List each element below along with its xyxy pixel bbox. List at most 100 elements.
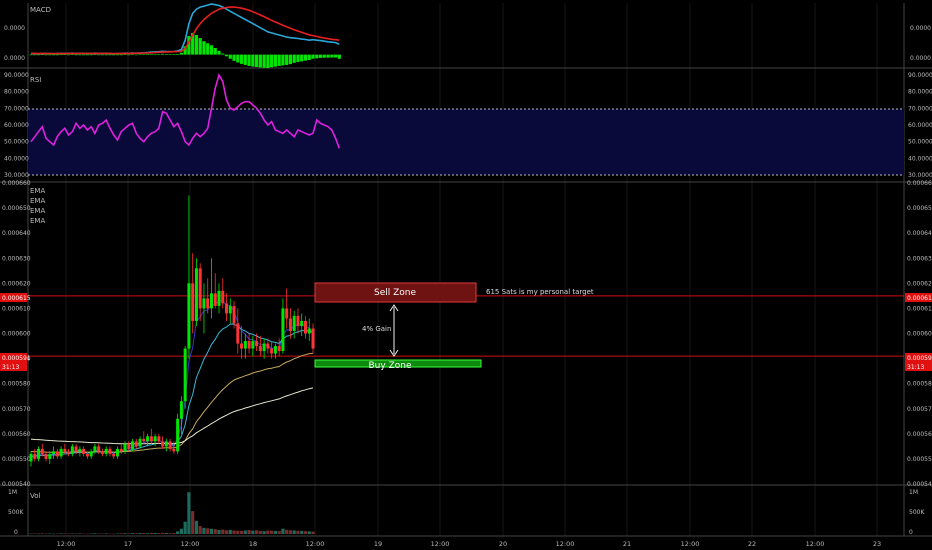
volume-bar-71 (296, 530, 300, 534)
candle-body-15 (85, 453, 89, 457)
macd-hist-bar-53 (228, 54, 232, 59)
candle-body-22 (112, 453, 116, 457)
volume-bar-30 (142, 532, 146, 534)
volume-bar-58 (247, 530, 251, 534)
price-tick-right-9: 0.000570 (907, 406, 932, 413)
price-tick-right-5: 0.000610 (907, 305, 932, 312)
macd-hist-bar-31 (145, 54, 150, 55)
rsi-tick-right-0: 90.0000 (908, 72, 932, 79)
sell-zone-label: Sell Zone (374, 288, 416, 298)
candle-body-49 (213, 293, 217, 306)
macd-hist-bar-21 (108, 54, 112, 56)
rsi-panel[interactable]: RSI 90.0000 90.0000 80.0000 80.0000 70.0000 7… (4, 72, 932, 179)
ema-lines (30, 299, 314, 458)
vol-tick-right-500k: 500K (909, 509, 925, 516)
volume-bar-22 (112, 533, 116, 535)
candle-body-71 (296, 315, 300, 326)
macd-hist-bar-3 (40, 54, 44, 56)
macd-hist-bar-46 (202, 41, 206, 55)
buy-zone-label: Buy Zone (369, 361, 412, 371)
volume-bar-44 (194, 520, 199, 534)
time-label-6: 12:00 (431, 540, 450, 548)
candle-body-30 (142, 438, 146, 442)
macd-hist-bar-28 (134, 54, 138, 56)
volume-bar-35 (161, 532, 165, 534)
macd-hist-bar-61 (258, 54, 262, 68)
macd-hist-bar-14 (82, 54, 86, 56)
volume-bar-3 (40, 533, 44, 534)
candle-body-25 (123, 443, 127, 452)
macd-hist-bar-26 (127, 54, 131, 56)
time-axis[interactable]: 12:00 17 12:00 18 12:00 19 12:00 20 12:00 21 12:00… (57, 540, 882, 548)
candle-body-20 (104, 448, 108, 454)
time-label-9: 21 (623, 540, 631, 548)
price-panel[interactable]: EMA EMA EMA EMA 0.000660 0.000660 0.000650… (0, 180, 932, 488)
macd-hist-bar-59 (251, 54, 255, 67)
rsi-tick-right-1: 80.0000 (908, 89, 932, 96)
time-label-2: 12:00 (181, 540, 200, 548)
macd-hist-bar-24 (119, 54, 123, 56)
time-label-8: 12:00 (556, 540, 575, 548)
candle-body-23 (115, 448, 119, 457)
macd-hist-bar-37 (168, 54, 172, 56)
price-tick-right-11: 0.000550 (907, 456, 932, 463)
candle-body-73 (303, 320, 307, 334)
macd-hist-bar-57 (243, 54, 247, 65)
candle-body-36 (164, 441, 168, 447)
rsi-tick-right-5: 40.0000 (908, 155, 932, 162)
volume-bar-20 (104, 533, 108, 534)
sell-price-label-right: 0.000615 (907, 295, 932, 302)
candle-body-55 (236, 323, 240, 344)
price-tick-right-0: 0.000660 (907, 180, 932, 187)
time-label-7: 20 (499, 540, 507, 548)
rsi-tick-left-2: 70.0000 (4, 105, 29, 112)
candle-body-64 (270, 348, 274, 354)
rsi-tick-left-6: 30.0000 (4, 172, 29, 179)
price-tick-left-4: 0.000620 (2, 280, 31, 287)
candle-body-31 (146, 436, 150, 442)
candle-body-69 (288, 318, 292, 331)
price-tick-left-2: 0.000640 (2, 230, 31, 237)
price-tick-right-12: 0.000540 (907, 481, 932, 488)
rsi-tick-right-6: 30.0000 (908, 172, 932, 179)
macd-hist-bar-0 (29, 54, 33, 56)
candle-body-60 (255, 341, 259, 347)
rsi-band (28, 109, 904, 175)
candle-body-67 (281, 308, 285, 352)
volume-bar-67 (281, 528, 285, 534)
ema-label-1: EMA (30, 187, 45, 195)
price-tick-left-0: 0.000660 (2, 180, 31, 187)
volume-panel[interactable]: Vol 1M 500K 0 1M 500K 0 (8, 489, 925, 536)
volume-bar-55 (236, 530, 240, 534)
candle-body-26 (127, 443, 131, 449)
candle-body-6 (52, 451, 56, 454)
time-label-10: 12:00 (681, 540, 700, 548)
candle-body-3 (40, 448, 44, 454)
volume-bar-66 (277, 531, 281, 534)
candle-body-57 (243, 341, 247, 349)
macd-hist-bar-5 (48, 54, 52, 56)
macd-hist-bar-51 (221, 53, 225, 55)
trading-chart[interactable]: MACD 0.0000 0.0000 0.0000 0.0000 RSI 90.… (0, 0, 932, 550)
sell-price-label-left: 0.000615 (2, 295, 31, 302)
volume-bar-47 (206, 528, 210, 534)
macd-hist-bar-56 (239, 54, 244, 64)
macd-panel[interactable]: MACD 0.0000 0.0000 0.0000 0.0000 (4, 3, 931, 69)
ema-line-3 (30, 352, 314, 453)
volume-bars (29, 492, 315, 535)
price-tick-right-4: 0.000620 (907, 280, 932, 287)
candle-body-61 (258, 346, 262, 352)
macd-hist-bar-10 (67, 54, 71, 56)
ema-label-2: EMA (30, 197, 45, 205)
volume-bar-18 (97, 533, 101, 535)
volume-bar-28 (134, 533, 138, 534)
candle-body-11 (70, 446, 74, 454)
rsi-tick-left-1: 80.0000 (4, 89, 29, 96)
time-label-3: 18 (249, 540, 257, 548)
macd-tick-right-0: 0.0000 (910, 25, 931, 32)
macd-hist-bar-2 (36, 54, 41, 56)
macd-hist-bar-19 (100, 54, 105, 56)
price-tick-left-8: 0.000580 (2, 381, 31, 388)
volume-bar-62 (262, 531, 266, 534)
candle-body-46 (202, 298, 206, 309)
